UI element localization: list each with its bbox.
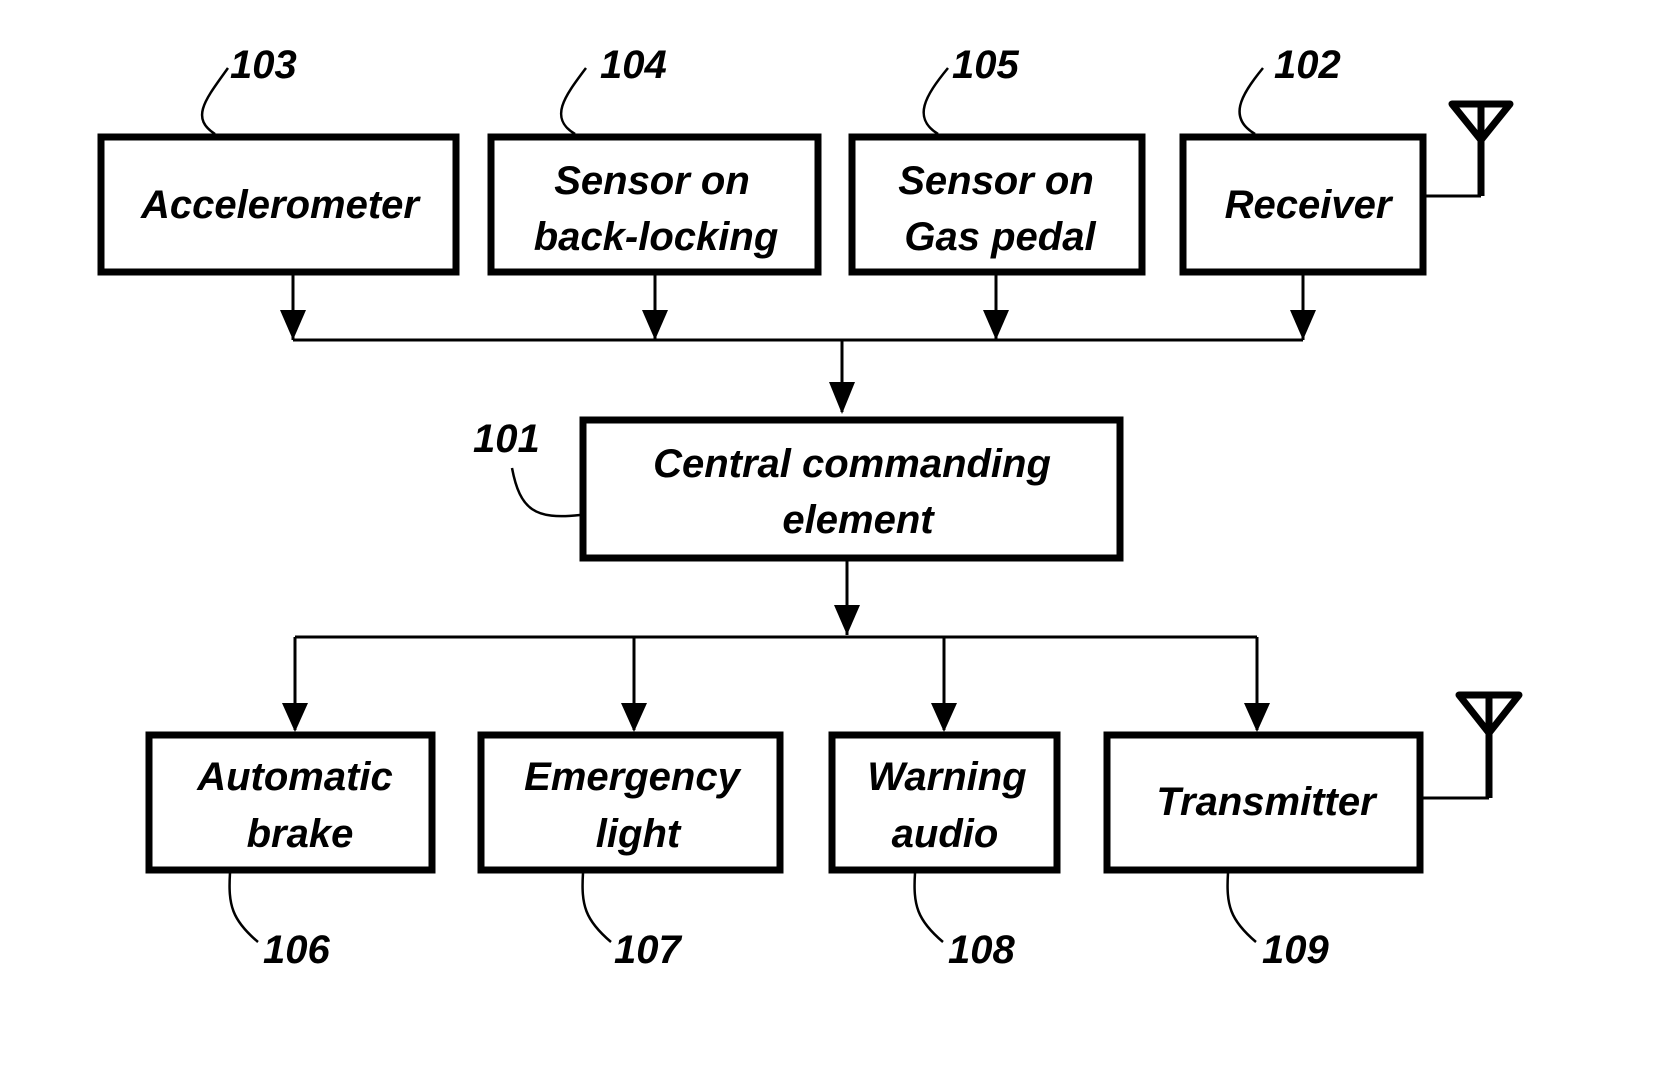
node-sensor-gas-pedal: Sensor on Gas pedal	[848, 133, 1146, 276]
node-accelerometer: Accelerometer	[97, 133, 460, 276]
ref-105: 105	[952, 43, 1019, 87]
node-automatic-brake: Automatic brake	[145, 731, 436, 874]
node-sensor-back-locking: Sensor on back-locking	[487, 133, 822, 276]
arrowhead-automatic-brake	[282, 703, 308, 732]
ref-103: 103	[230, 43, 297, 87]
node-label: element	[782, 498, 935, 542]
ref-101: 101	[473, 417, 540, 461]
block-diagram: Accelerometer Sensor on back-locking Sen…	[97, 43, 1523, 972]
node-label: Sensor on	[554, 159, 750, 203]
node-central-commanding-element: Central commanding element	[579, 416, 1124, 562]
node-label: Sensor on	[898, 159, 1094, 203]
ref-102: 102	[1274, 43, 1341, 87]
arrowhead-central-out	[834, 605, 860, 635]
arrowhead-emergency-light	[621, 703, 647, 732]
ref-104: 104	[600, 43, 667, 87]
node-emergency-light: Emergency light	[477, 731, 784, 874]
node-label: Accelerometer	[140, 183, 421, 227]
node-label: Receiver	[1225, 183, 1394, 227]
arrowhead-sensor-gas-pedal	[983, 310, 1009, 340]
node-label: brake	[247, 812, 354, 856]
node-label: Gas pedal	[904, 215, 1096, 259]
node-label: back-locking	[534, 215, 779, 259]
antenna-icon	[1426, 100, 1514, 198]
node-label: Warning	[867, 755, 1026, 799]
node-label: audio	[892, 812, 999, 856]
arrowhead-sensor-back-locking	[642, 310, 668, 340]
ref-108: 108	[948, 928, 1015, 972]
ref-109: 109	[1262, 928, 1329, 972]
ref-107: 107	[614, 928, 682, 972]
node-label: light	[596, 812, 682, 856]
arrowhead-central-in	[829, 382, 855, 414]
arrowhead-receiver	[1290, 310, 1316, 340]
node-label: Emergency	[524, 755, 741, 799]
arrowhead-warning-audio	[931, 703, 957, 732]
node-label: Central commanding	[653, 442, 1051, 486]
arrowhead-transmitter	[1244, 703, 1270, 732]
node-label: Automatic	[196, 755, 393, 799]
node-receiver: Receiver	[1179, 133, 1427, 276]
arrowhead-accelerometer	[280, 310, 306, 340]
node-warning-audio: Warning audio	[828, 731, 1061, 874]
node-label: Transmitter	[1156, 780, 1378, 824]
node-transmitter: Transmitter	[1103, 731, 1424, 874]
antenna-icon	[1423, 691, 1523, 800]
ref-106: 106	[263, 928, 330, 972]
